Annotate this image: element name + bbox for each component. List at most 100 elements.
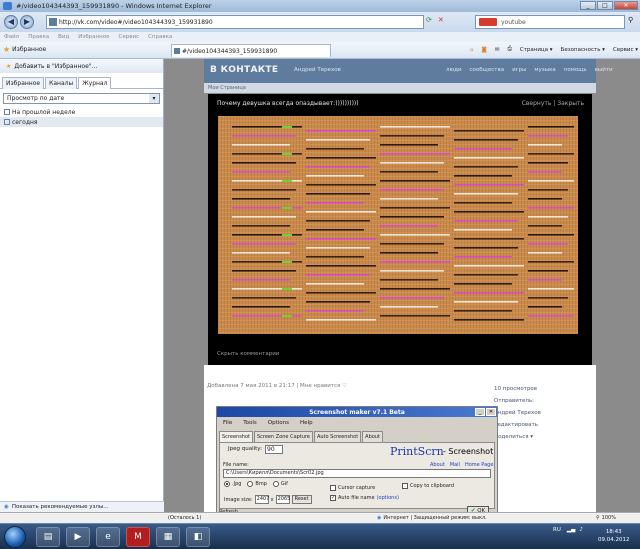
home-icon[interactable]: ⌂	[470, 47, 474, 53]
app-m-icon[interactable]: M	[126, 527, 150, 547]
vk-subnav[interactable]: Мои Страница	[204, 83, 596, 93]
print-icon[interactable]: ⎙	[507, 46, 511, 53]
vk-nav-help[interactable]: помощь	[564, 67, 587, 73]
maximize-button[interactable]: □	[597, 1, 613, 10]
stop-icon[interactable]: ✕	[438, 16, 444, 24]
page-tab-label: #/video104344393_159931890	[182, 47, 278, 55]
hide-comments-link[interactable]: Скрыть комментарии	[217, 351, 279, 357]
media-player-icon[interactable]: ▶	[66, 527, 90, 547]
radio-jpg[interactable]	[224, 481, 230, 487]
start-button[interactable]	[4, 526, 26, 548]
tab-favorites[interactable]: Избранное	[2, 76, 45, 89]
video-frame[interactable]	[218, 116, 578, 334]
dialog-tabs: Screenshot Screen Zone Capture Auto Scre…	[219, 431, 384, 442]
network-icon[interactable]: ▂▄	[567, 527, 575, 533]
tab-auto-screenshot[interactable]: Auto Screenshot	[313, 431, 362, 442]
reset-button[interactable]: Reset	[291, 495, 312, 504]
search-provider-icon	[479, 18, 497, 26]
tab-feeds[interactable]: Каналы	[45, 76, 78, 89]
history-view-select[interactable]: Просмотр по дате ▾	[3, 93, 160, 104]
dialog-title: Screenshot maker v7.1 Beta	[309, 408, 405, 416]
home-page-link[interactable]: Home Page	[465, 462, 493, 468]
vk-favicon-icon	[49, 18, 57, 26]
window-title: #/video104344393_159931890 - Windows Int…	[16, 2, 212, 10]
menu-view[interactable]: Вид	[58, 34, 69, 40]
dialog-titlebar[interactable]: Screenshot maker v7.1 Beta _ ✕	[217, 407, 497, 417]
image-size-row: Image size: 2407 x 2065 Reset	[224, 495, 312, 504]
image-size-label: Image size:	[224, 496, 253, 503]
history-item[interactable]: сегодня	[0, 117, 163, 127]
cursor-capture-checkbox[interactable]	[330, 485, 336, 491]
add-to-favorites-button[interactable]: ★ Добавить в "Избранное"...	[0, 59, 163, 73]
security-zone[interactable]: ◉ Интернет | Защищенный режим: выкл.	[377, 515, 487, 521]
tab-screenshot[interactable]: Screenshot	[219, 431, 253, 442]
vk-nav-music[interactable]: музыка	[534, 67, 555, 73]
tab-screen-zone-capture[interactable]: Screen Zone Capture	[253, 431, 313, 442]
menu-favorites[interactable]: Избранное	[78, 34, 109, 40]
vk-user-name[interactable]: Андрей Терехов	[294, 67, 341, 73]
language-indicator[interactable]: RU	[553, 527, 561, 533]
dialog-menu-file[interactable]: File	[223, 420, 232, 426]
dialog-minimize-button[interactable]: _	[475, 408, 485, 416]
dialog-menu-options[interactable]: Options	[268, 420, 289, 426]
file-name-field[interactable]: C:\Users\Кирилл\Documents\Scr02.jpg	[223, 469, 491, 478]
history-item[interactable]: На прошлой неделе	[0, 107, 163, 117]
show-suggested-sites-label: Показать рекомендуемые узлы...	[11, 504, 109, 510]
refresh-icon[interactable]: ⟳	[426, 16, 432, 24]
vk-nav-games[interactable]: игры	[512, 67, 526, 73]
auto-file-name-checkbox[interactable]: ✓	[330, 495, 336, 501]
feeds-icon[interactable]: ◙	[482, 47, 487, 53]
search-input[interactable]: youtube	[475, 15, 625, 29]
screenshot-app-icon[interactable]: ◧	[186, 527, 210, 547]
ie-taskbar-icon[interactable]: e	[96, 527, 120, 547]
clock[interactable]: 18:43 09.04.2012	[598, 528, 630, 544]
search-icon[interactable]: ⚲	[628, 16, 633, 24]
sender-name[interactable]: Андрей Терехов	[494, 407, 541, 419]
forward-icon[interactable]: ▶	[20, 15, 34, 29]
archiver-icon[interactable]: ▦	[156, 527, 180, 547]
back-icon[interactable]: ◀	[4, 15, 18, 29]
about-link[interactable]: About	[430, 462, 445, 468]
jpeg-quality-field[interactable]: 90	[265, 445, 283, 454]
mail-link[interactable]: Mail	[450, 462, 460, 468]
image-width-field[interactable]: 2407	[254, 495, 269, 504]
radio-gif[interactable]	[272, 481, 279, 487]
edit-link[interactable]: Редактировать	[494, 419, 541, 431]
vk-nav-people[interactable]: люди	[446, 67, 462, 73]
radio-bmp[interactable]	[247, 481, 254, 487]
dialog-menu-help[interactable]: Help	[300, 420, 313, 426]
menu-edit[interactable]: Правка	[28, 34, 49, 40]
menu-tools[interactable]: Сервис	[119, 34, 140, 40]
window-titlebar: #/video104344393_159931890 - Windows Int…	[0, 0, 640, 12]
show-suggested-sites-link[interactable]: ◉ Показать рекомендуемые узлы...	[0, 501, 164, 512]
menu-security[interactable]: Безопасность ▾	[561, 47, 605, 53]
vk-nav-logout[interactable]: выйти	[595, 67, 613, 73]
favorites-header[interactable]: ★ Избранное	[3, 45, 46, 54]
mail-icon[interactable]: ✉	[495, 47, 500, 53]
menu-service[interactable]: Сервис ▾	[613, 47, 638, 53]
video-controls[interactable]: Свернуть | Закрыть	[522, 100, 584, 107]
options-link[interactable]: (options)	[377, 493, 399, 503]
menu-help[interactable]: Справка	[148, 34, 172, 40]
dialog-menu: File Tools Options Help	[223, 420, 324, 426]
vk-nav-communities[interactable]: сообщества	[470, 67, 505, 73]
dialog-menu-tools[interactable]: Tools	[243, 420, 257, 426]
tab-history[interactable]: Журнал	[78, 76, 112, 89]
menu-file[interactable]: Файл	[4, 34, 19, 40]
tab-about[interactable]: About	[362, 431, 383, 442]
page-tab[interactable]: #/video104344393_159931890	[171, 44, 331, 57]
chevron-down-icon: ▾	[149, 94, 159, 103]
share-link[interactable]: Поделиться ▾	[494, 431, 541, 443]
image-height-field[interactable]: 2065	[275, 495, 290, 504]
menu-page[interactable]: Страница ▾	[520, 47, 553, 53]
volume-icon[interactable]: ♪	[579, 527, 583, 533]
copy-clipboard-checkbox[interactable]	[402, 483, 408, 489]
minimize-button[interactable]: _	[580, 1, 596, 10]
zoom-control[interactable]: ⚲ 100%	[596, 515, 616, 521]
radio-gif-label: Gif	[280, 481, 288, 487]
vk-logo[interactable]: В КОНТАКТЕ	[210, 65, 278, 75]
close-button[interactable]: ✕	[614, 1, 638, 10]
dialog-close-button[interactable]: ✕	[486, 408, 496, 416]
explorer-icon[interactable]: ▤	[36, 527, 60, 547]
address-input[interactable]: http://vk.com/video#/video104344393_1599…	[46, 15, 424, 29]
